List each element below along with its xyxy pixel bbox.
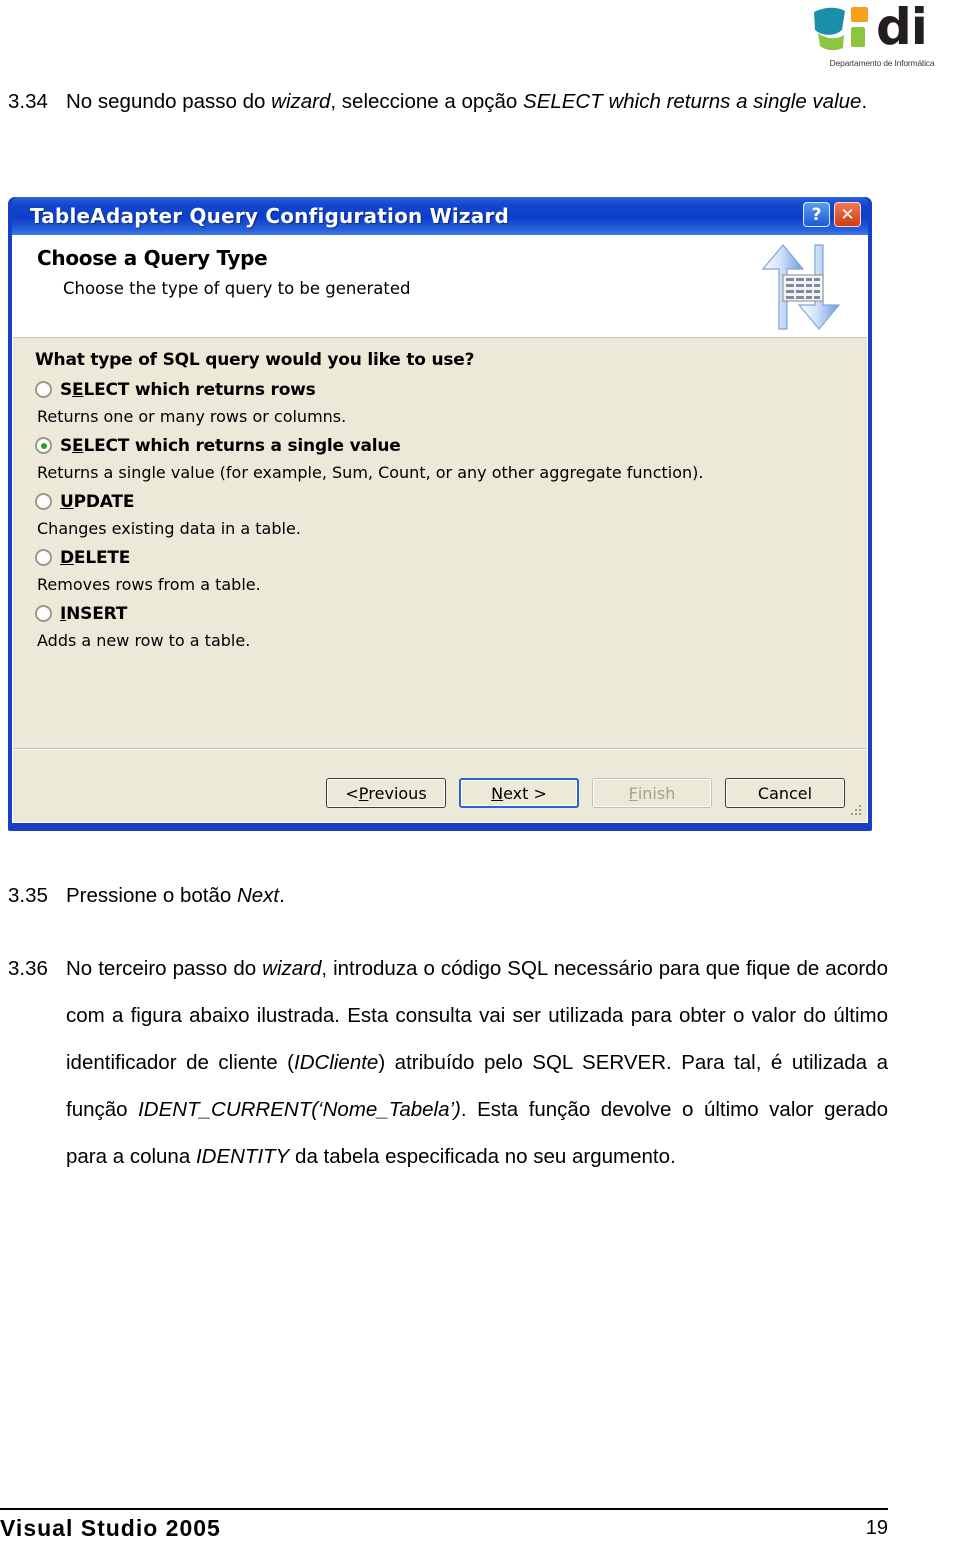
step-3-35-next: Next	[236, 884, 280, 907]
step-3-36: 3.36 No terceiro passo do wizard, introd…	[8, 945, 888, 1180]
query-type-question: What type of SQL query would you like to…	[35, 350, 475, 370]
updown-arrows-table-icon	[753, 241, 849, 333]
radio-option-delete[interactable]: DELETE	[35, 544, 867, 571]
dialog-heading: Choose a Query Type	[37, 246, 268, 270]
step-3-34-text-a: No segundo passo do	[66, 90, 272, 113]
step-3-36-wizard: wizard	[262, 957, 322, 980]
close-icon[interactable]: ✕	[834, 202, 861, 227]
step-3-34-option: SELECT which returns a single value	[523, 90, 862, 113]
step-3-36-identity: IDENTITY	[195, 1145, 290, 1168]
radio-option-description: Removes rows from a table.	[37, 575, 261, 594]
step-3-35-number: 3.35	[8, 884, 48, 907]
radio-icon[interactable]	[35, 549, 52, 566]
di-wordmark: di	[876, 0, 928, 56]
step-3-35-text-b: .	[279, 884, 285, 907]
radio-option-insert[interactable]: INSERT	[35, 600, 867, 627]
radio-option-select-rows[interactable]: SELECT which returns rows	[35, 376, 867, 403]
di-logo-mark	[812, 6, 874, 52]
radio-option-label: SELECT which returns rows	[60, 379, 316, 400]
step-3-34-text-b: , seleccione a opção	[330, 90, 524, 113]
dialog-subheading: Choose the type of query to be generated	[63, 279, 411, 298]
step-3-36-text: No terceiro passo do wizard, introduza o…	[66, 945, 888, 1180]
cancel-button[interactable]: Cancel	[725, 778, 845, 808]
next-button[interactable]: Next >	[459, 778, 579, 808]
radio-option-description: Returns one or many rows or columns.	[37, 407, 347, 426]
step-3-35-text: Pressione o botão Next.	[66, 872, 888, 919]
finish-button: Finish	[592, 778, 712, 808]
radio-option-label: SELECT which returns a single value	[60, 435, 401, 456]
dialog-button-bar: < Previous Next > Finish Cancel	[13, 778, 867, 808]
step-3-34: 3.34 No segundo passo do wizard, selecci…	[8, 78, 888, 125]
step-3-36-ident-current: IDENT_CURRENT(‘Nome_Tabela’)	[138, 1098, 461, 1121]
radio-option-description: Adds a new row to a table.	[37, 631, 251, 650]
step-3-34-text: No segundo passo do wizard, seleccione a…	[66, 78, 888, 125]
footer-title: Visual Studio 2005	[0, 1515, 221, 1541]
footer-divider	[0, 1508, 888, 1510]
tableadapter-query-configuration-wizard-dialog[interactable]: TableAdapter Query Configuration Wizard …	[8, 197, 872, 831]
step-3-36-idcliente: IDCliente	[294, 1051, 379, 1074]
radio-icon[interactable]	[35, 437, 52, 454]
step-3-35: 3.35 Pressione o botão Next.	[8, 872, 888, 919]
radio-option-description: Returns a single value (for example, Sum…	[37, 463, 704, 482]
page-number: 19	[865, 1517, 888, 1539]
dialog-body: What type of SQL query would you like to…	[13, 338, 867, 653]
help-icon[interactable]: ?	[803, 202, 830, 227]
step-3-36-number: 3.36	[8, 957, 48, 980]
radio-option-label: UPDATE	[60, 491, 135, 512]
radio-icon[interactable]	[35, 381, 52, 398]
radio-option-update[interactable]: UPDATE	[35, 488, 867, 515]
page-footer: Visual Studio 2005 19	[0, 1515, 888, 1545]
radio-option-select-single-value[interactable]: SELECT which returns a single value	[35, 432, 867, 459]
dialog-titlebar[interactable]: TableAdapter Query Configuration Wizard …	[12, 197, 868, 235]
di-caption: Departamento de Informática	[829, 58, 935, 68]
radio-option-label: INSERT	[60, 603, 128, 624]
step-3-34-number: 3.34	[8, 90, 48, 113]
previous-button[interactable]: < Previous	[326, 778, 446, 808]
step-3-36-t5: da tabela especificada no seu argumento.	[289, 1145, 676, 1168]
dialog-title: TableAdapter Query Configuration Wizard	[30, 204, 510, 228]
radio-option-label: DELETE	[60, 547, 131, 568]
dialog-content: Choose a Query Type Choose the type of q…	[12, 235, 868, 823]
di-logo: di Departamento de Informática	[812, 0, 952, 68]
step-3-34-wizard: wizard	[271, 90, 331, 113]
dialog-header: Choose a Query Type Choose the type of q…	[13, 235, 867, 338]
titlebar-buttons: ? ✕	[803, 202, 861, 227]
radio-option-description: Changes existing data in a table.	[37, 519, 301, 538]
step-3-34-text-c: .	[861, 90, 868, 113]
step-3-36-t1: No terceiro passo do	[66, 957, 263, 980]
step-3-35-text-a: Pressione o botão	[66, 884, 237, 907]
radio-icon[interactable]	[35, 493, 52, 510]
resize-grip[interactable]	[849, 805, 863, 819]
button-bar-separator	[13, 748, 867, 750]
radio-icon[interactable]	[35, 605, 52, 622]
